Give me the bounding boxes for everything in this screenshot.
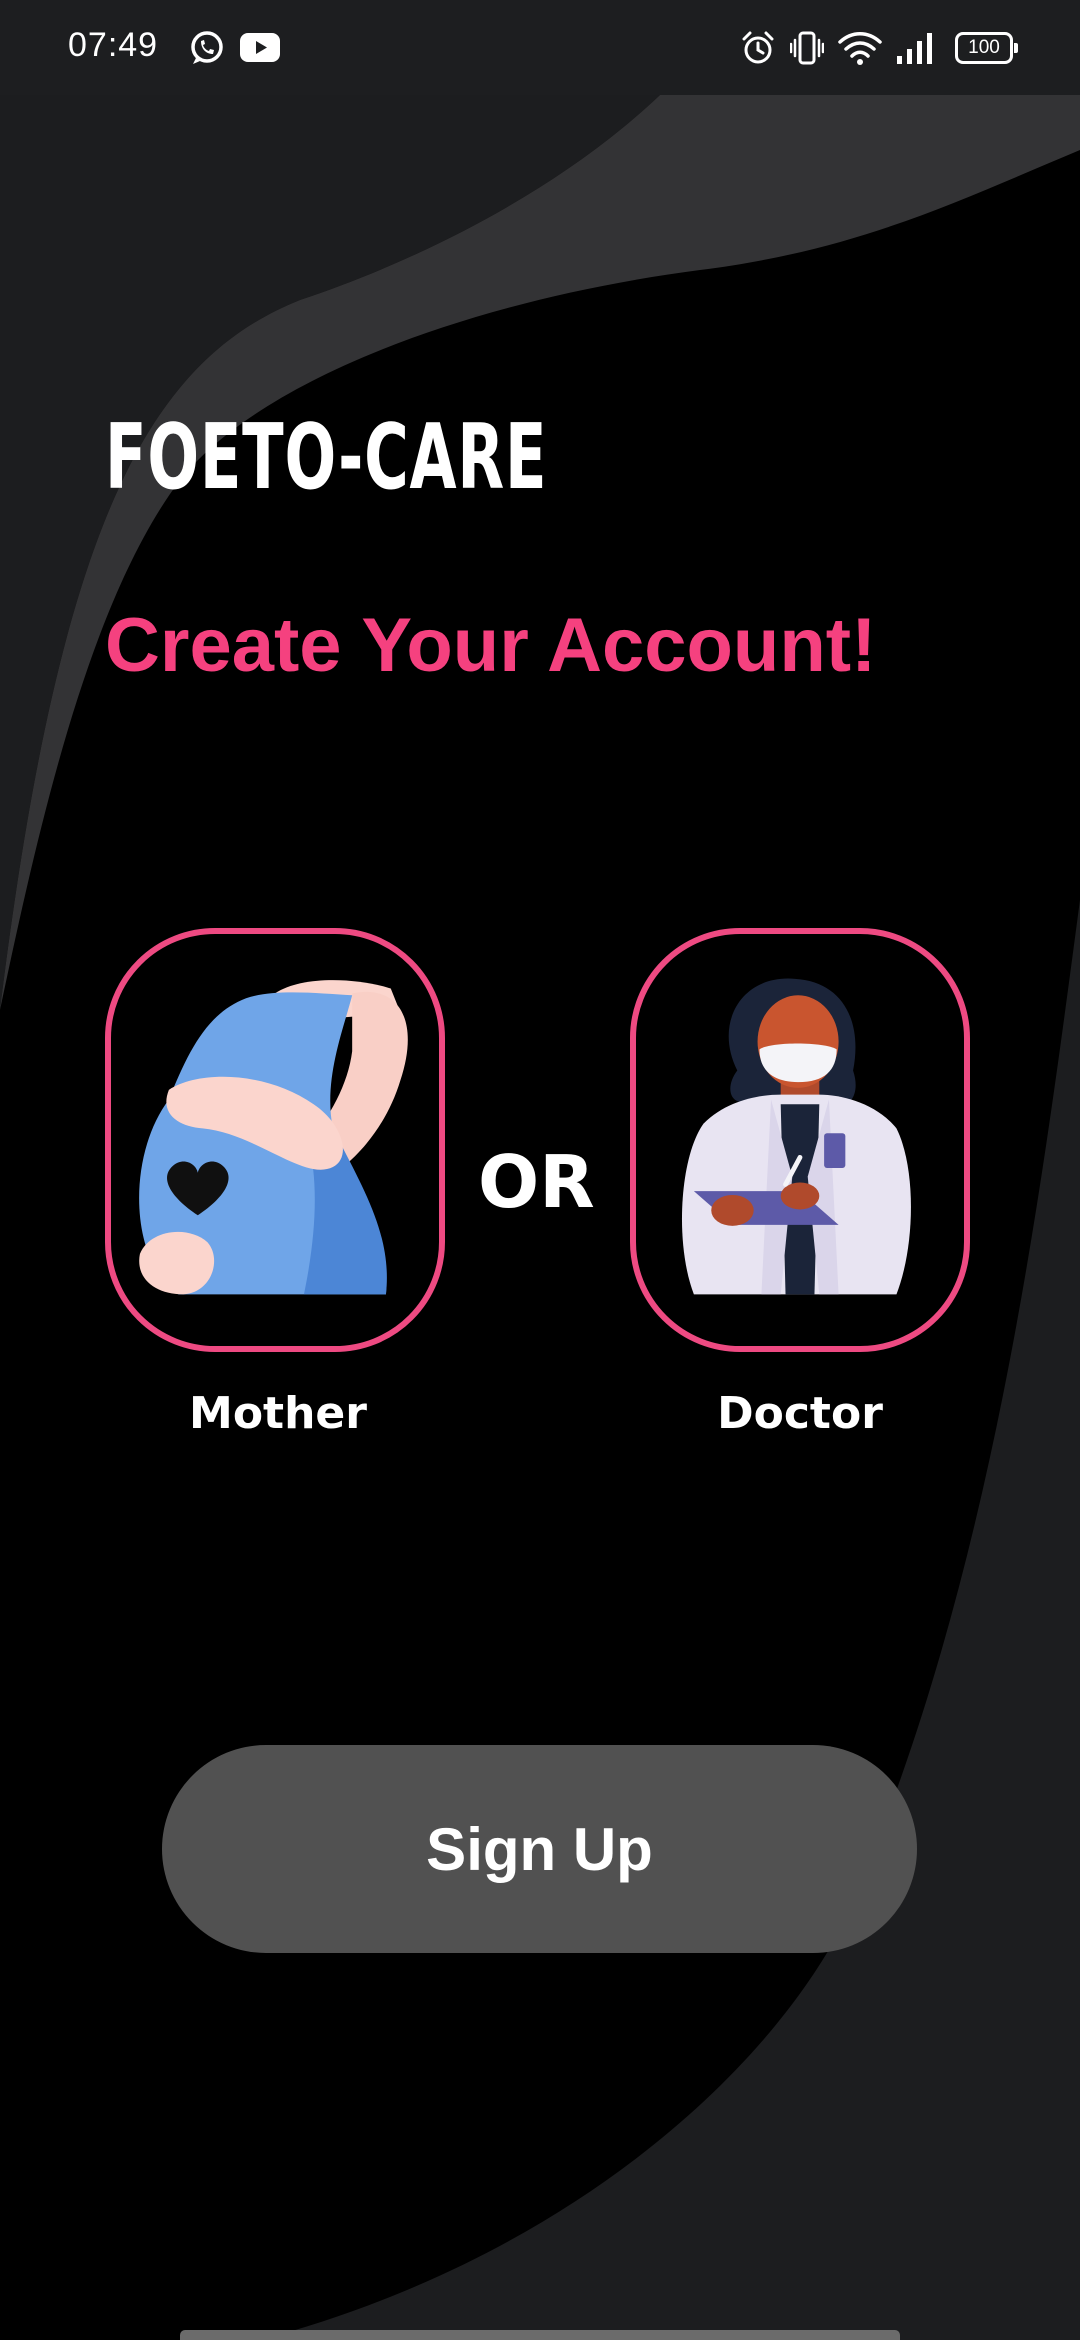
navigation-handle[interactable] [180,2330,900,2340]
signal-icon [897,33,932,64]
app-title: FOETO-CARE [105,406,548,511]
page-subtitle: Create Your Account! [105,603,877,688]
or-separator: OR [478,1140,595,1224]
alarm-icon [742,31,774,64]
pregnant-mother-illustration [139,980,408,1295]
vibrate-icon [790,31,824,65]
status-bar: 07:49 100 [0,0,1080,95]
whatsapp-icon [191,31,223,64]
doctor-illustration [681,978,911,1295]
battery-icon: 100 [955,32,1018,64]
youtube-icon [240,33,280,62]
signup-role-screen: 07:49 100 FOETO-CARE Create Your Account… [0,0,1080,2340]
doctor-label: Doctor [717,1388,883,1439]
doctor-role-card[interactable] [630,928,970,1352]
battery-level: 100 [968,37,1000,58]
wifi-icon [838,32,882,65]
status-time: 07:49 [68,26,159,64]
mother-role-card[interactable] [105,928,445,1352]
mother-label: Mother [189,1388,367,1439]
sign-up-button[interactable]: Sign Up [162,1745,917,1953]
